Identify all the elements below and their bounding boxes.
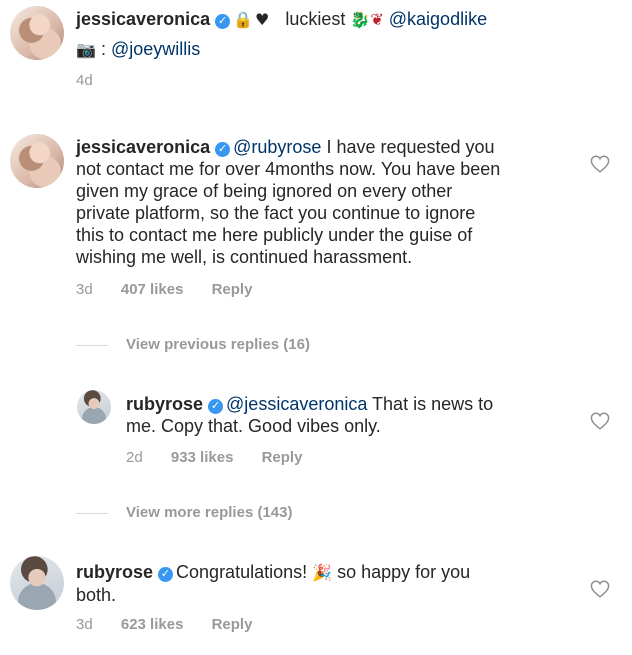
reply-meta: 2d 933 likes Reply [126, 449, 326, 467]
caption-mention[interactable]: @kaigodlike [389, 9, 487, 29]
comment-text-part: I have requested you [326, 137, 495, 157]
verified-badge-icon: ✓ [208, 399, 224, 414]
photo-credit: 📷 : @joeywillis [76, 38, 200, 61]
like-heart-icon[interactable] [590, 155, 610, 173]
comment-meta: 3d 407 likes Reply [76, 281, 276, 299]
avatar[interactable] [10, 556, 64, 610]
comment-mention[interactable]: @rubyrose [233, 137, 321, 157]
photo-credit-mention[interactable]: @joeywillis [111, 39, 200, 59]
comment-line: this to contact me here publicly under t… [76, 225, 473, 245]
comment-line: given my grace of being ignored on every… [76, 181, 453, 201]
reply-line: me. Copy that. Good vibes only. [126, 416, 381, 436]
comment-line: wishing me well, is continued harassment… [76, 247, 413, 267]
rose-icon: ❦ [370, 10, 384, 29]
comment-time[interactable]: 3d [76, 616, 93, 633]
caption-meta: 4d [76, 72, 117, 90]
comment-meta: 3d 623 likes Reply [76, 616, 276, 634]
reply-text: rubyrose ✓ @jessicaveronica That is news t… [126, 393, 576, 437]
black-heart-icon: ♥ [255, 10, 270, 29]
caption-time[interactable]: 4d [76, 72, 93, 89]
comment-line: rubyrose ✓ Congratulations! 🎉 so happy for… [76, 561, 576, 584]
divider-line [76, 513, 108, 514]
reply-button[interactable]: Reply [212, 616, 253, 633]
reply-line: rubyrose ✓ @jessicaveronica That is news t… [126, 393, 576, 415]
comment-line: both. [76, 585, 117, 605]
like-heart-icon[interactable] [590, 580, 610, 598]
reply-mention[interactable]: @jessicaveronica [226, 394, 367, 414]
comment-text-part: Congratulations! [176, 562, 308, 582]
comment-text-part: so happy for you [337, 562, 471, 582]
photo-credit-separator: : [100, 39, 106, 59]
reply-username[interactable]: rubyrose [126, 394, 203, 414]
comment-text: rubyrose ✓ Congratulations! 🎉 so happy for… [76, 561, 576, 606]
view-previous-replies-button[interactable]: View previous replies (16) [126, 336, 310, 354]
avatar[interactable] [10, 134, 64, 188]
caption-text: jessicaveronica ✓ 🔒 ♥ luckiest 🐉❦ @kaigodlik… [76, 8, 606, 31]
dragon-icon: 🐉 [350, 10, 371, 29]
verified-badge-icon: ✓ [215, 14, 231, 29]
lock-icon: 🔒 [233, 10, 254, 29]
comment-line: jessicaveronica ✓ @rubyrose I have request… [76, 136, 576, 158]
caption-username[interactable]: jessicaveronica [76, 9, 210, 29]
camera-icon: 📷 [76, 40, 96, 59]
like-heart-icon[interactable] [590, 412, 610, 430]
comment-text: jessicaveronica ✓ @rubyrose I have request… [76, 136, 576, 268]
comment-username[interactable]: jessicaveronica [76, 137, 210, 157]
comment-username[interactable]: rubyrose [76, 562, 153, 582]
comment-likes[interactable]: 623 likes [121, 616, 184, 633]
divider-line [76, 345, 108, 346]
caption-text-part: luckiest [285, 9, 346, 29]
verified-badge-icon: ✓ [215, 142, 231, 157]
avatar[interactable] [77, 390, 111, 424]
comment-line: not contact me for over 4months now. You… [76, 159, 501, 179]
verified-badge-icon: ✓ [158, 567, 174, 582]
comment-likes[interactable]: 407 likes [121, 281, 184, 298]
reply-likes[interactable]: 933 likes [171, 449, 234, 466]
comment-line: private platform, so the fact you contin… [76, 203, 476, 223]
reply-button[interactable]: Reply [212, 281, 253, 298]
reply-button[interactable]: Reply [262, 449, 303, 466]
party-popper-icon: 🎉 [312, 563, 333, 582]
comment-time[interactable]: 3d [76, 281, 93, 298]
reply-text-part: That is news to [372, 394, 494, 414]
view-more-replies-button[interactable]: View more replies (143) [126, 504, 292, 522]
reply-time[interactable]: 2d [126, 449, 143, 466]
avatar[interactable] [10, 6, 64, 60]
